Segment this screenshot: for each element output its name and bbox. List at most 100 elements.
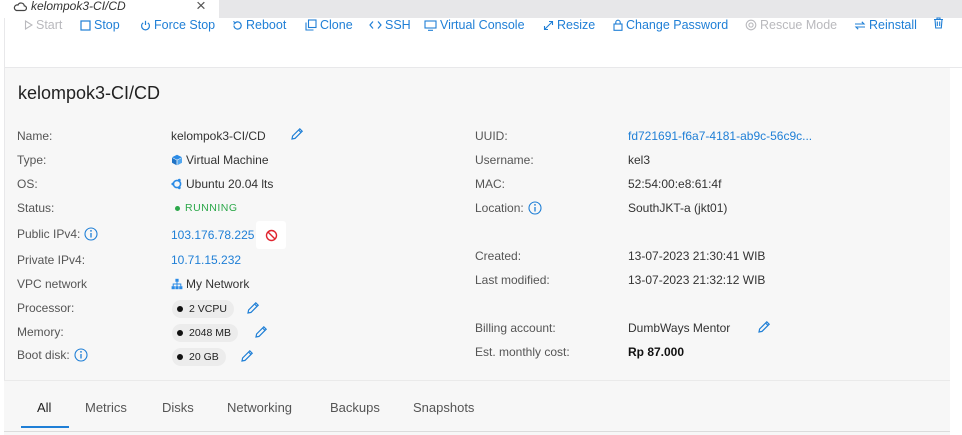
- detail-tab-bar: [4, 380, 950, 435]
- lifebuoy-icon: [745, 19, 757, 31]
- processor-value: 2 VCPU: [189, 303, 227, 315]
- pill-dot: [177, 306, 183, 312]
- os-value-row: Ubuntu 20.04 lts: [171, 177, 273, 191]
- memory-pill: 2048 MB: [172, 324, 239, 342]
- memory-value-row: 2048 MB: [172, 324, 239, 342]
- window-tab-title: kelompok3-CI/CD: [31, 0, 126, 13]
- location-label: Location:: [475, 201, 524, 215]
- reinstall-icon: [854, 20, 866, 30]
- public-ipv4-label: Public IPv4:: [17, 227, 81, 241]
- tab-close-button[interactable]: ×: [196, 0, 206, 14]
- force-stop-button[interactable]: Force Stop: [140, 17, 215, 33]
- os-value: Ubuntu 20.04 lts: [186, 177, 274, 191]
- clone-icon: [305, 19, 317, 31]
- reboot-button[interactable]: Reboot: [232, 17, 286, 33]
- stop-icon: [80, 19, 91, 31]
- edit-name-pencil-icon[interactable]: [290, 127, 304, 141]
- tab-snapshots[interactable]: Snapshots: [413, 400, 474, 415]
- network-icon: [171, 278, 183, 290]
- vpc-value-row: My Network: [171, 277, 249, 291]
- type-label: Type:: [17, 153, 47, 167]
- stop-label: Stop: [94, 18, 120, 32]
- window-tab-bar: kelompok3-CI/CD ×: [0, 0, 962, 18]
- mac-value: 52:54:00:e8:61:4f: [628, 177, 722, 191]
- type-value: Virtual Machine: [186, 153, 269, 167]
- edit-billing-pencil-icon[interactable]: [757, 320, 771, 334]
- rescue-mode-button[interactable]: Rescue Mode: [745, 17, 837, 33]
- processor-value-row: 2 VCPU: [172, 300, 234, 318]
- info-icon[interactable]: [528, 201, 542, 215]
- modified-value: 13-07-2023 21:32:12 WIB: [628, 273, 766, 287]
- cost-value: Rp 87.000: [628, 345, 685, 359]
- cloud-icon: [13, 2, 27, 12]
- trash-icon: [934, 17, 943, 29]
- status-label: Status:: [17, 201, 55, 215]
- change-password-button[interactable]: Change Password: [613, 17, 728, 33]
- memory-value: 2048 MB: [189, 327, 232, 339]
- start-label: Start: [36, 18, 63, 32]
- reinstall-label: Reinstall: [869, 18, 917, 32]
- created-value: 13-07-2023 21:30:41 WIB: [628, 249, 766, 263]
- resize-label: Resize: [557, 18, 596, 32]
- status-value: RUNNING: [185, 202, 238, 214]
- private-ipv4-label: Private IPv4:: [17, 253, 86, 267]
- processor-label: Processor:: [17, 301, 75, 315]
- pill-dot: [177, 354, 183, 360]
- uuid-label: UUID:: [475, 129, 508, 143]
- public-ipv4-value[interactable]: 103.176.78.225: [171, 228, 254, 242]
- info-icon[interactable]: [74, 348, 88, 362]
- tab-backups[interactable]: Backups: [330, 400, 380, 415]
- resize-button[interactable]: Resize: [543, 17, 595, 33]
- clone-button[interactable]: Clone: [305, 17, 353, 33]
- billing-value: DumbWays Mentor: [628, 321, 731, 335]
- processor-pill: 2 VCPU: [172, 300, 234, 318]
- cost-label: Est. monthly cost:: [475, 345, 570, 359]
- public-ipv4-label-row: Public IPv4:: [17, 227, 98, 241]
- rescue-mode-label: Rescue Mode: [760, 18, 838, 32]
- location-value: SouthJKT-a (jkt01): [628, 201, 728, 215]
- resize-icon: [543, 20, 554, 30]
- tab-disks[interactable]: Disks: [162, 400, 194, 415]
- unassign-ip-button[interactable]: [256, 221, 286, 249]
- edit-processor-pencil-icon[interactable]: [246, 301, 260, 315]
- uuid-value[interactable]: fd721691-f6a7-4181-ab9c-56c9c...: [628, 129, 812, 143]
- code-icon: [369, 21, 382, 29]
- boot-disk-label-row: Boot disk:: [17, 348, 88, 362]
- os-label: OS:: [17, 177, 38, 191]
- ssh-button[interactable]: SSH: [369, 17, 411, 33]
- tab-metrics[interactable]: Metrics: [85, 400, 127, 415]
- modified-label: Last modified:: [475, 273, 550, 287]
- tab-all[interactable]: All: [37, 400, 51, 415]
- boot-disk-label: Boot disk:: [17, 348, 70, 362]
- boot-disk-value-row: 20 GB: [172, 348, 226, 366]
- active-tab-indicator: [21, 426, 69, 428]
- virtual-console-label: Virtual Console: [440, 18, 525, 32]
- reinstall-button[interactable]: Reinstall: [854, 17, 917, 33]
- tab-networking[interactable]: Networking: [227, 400, 292, 415]
- edit-memory-pencil-icon[interactable]: [254, 325, 268, 339]
- power-icon: [141, 20, 150, 30]
- boot-disk-value: 20 GB: [189, 351, 219, 363]
- window-tab[interactable]: kelompok3-CI/CD ×: [0, 0, 219, 18]
- memory-label: Memory:: [17, 325, 64, 339]
- stop-button[interactable]: Stop: [80, 17, 120, 33]
- status-dot: [175, 205, 180, 211]
- cube-icon: [172, 154, 182, 166]
- virtual-console-button[interactable]: Virtual Console: [424, 17, 525, 33]
- play-icon: [24, 20, 33, 30]
- vpc-label: VPC network: [17, 277, 88, 291]
- mac-label: MAC:: [475, 177, 505, 191]
- private-ipv4-value[interactable]: 10.71.15.232: [171, 253, 241, 267]
- delete-button[interactable]: [933, 17, 947, 29]
- username-label: Username:: [475, 153, 534, 167]
- tab-divider: [4, 431, 950, 432]
- location-label-row: Location:: [475, 201, 542, 215]
- ubuntu-icon: [171, 178, 182, 190]
- page-title: kelompok3-CI/CD: [18, 83, 161, 103]
- vpc-value: My Network: [186, 277, 250, 291]
- info-icon[interactable]: [84, 227, 98, 241]
- start-button[interactable]: Start: [24, 17, 62, 33]
- type-value-row: Virtual Machine: [171, 153, 269, 167]
- edit-boot-disk-pencil-icon[interactable]: [240, 349, 254, 363]
- status-value-row: RUNNING: [175, 201, 238, 215]
